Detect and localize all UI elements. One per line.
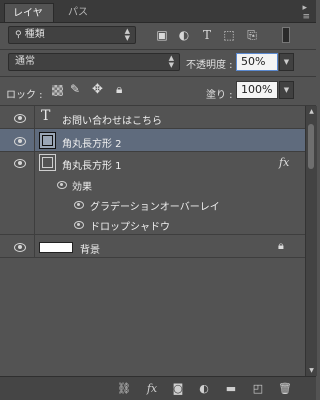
effects-group-row[interactable]: 効果 [0, 174, 305, 194]
opacity-input[interactable]: 50% [236, 53, 278, 71]
scrollbar-thumb[interactable] [308, 124, 314, 169]
visibility-eye-icon[interactable] [72, 220, 86, 229]
select-arrows-icon: ▲ ▼ [168, 54, 174, 69]
lock-position-icon[interactable]: ✥ [92, 82, 103, 97]
bottom-toolbar: ⛓ fx ◙ ◐ ▬ ◰ 🗑︎ [0, 376, 316, 400]
opacity-dropdown-button[interactable]: ▼ [279, 53, 294, 71]
layer-name: 角丸長方形 2 [62, 139, 122, 150]
tab-paths[interactable]: パス [60, 3, 96, 22]
opacity-label: 不透明度 : [186, 60, 233, 71]
divider [0, 76, 316, 77]
effect-row-drop-shadow[interactable]: ドロップシャドウ [0, 214, 305, 235]
add-layer-style-icon[interactable]: fx [144, 381, 160, 397]
fill-label: 塗り : [206, 90, 233, 101]
lock-label: ロック : [6, 90, 43, 101]
scroll-down-icon[interactable]: ▼ [307, 367, 316, 374]
effect-name: ドロップシャドウ [90, 222, 170, 233]
background-thumbnail [39, 242, 73, 253]
filter-kind-select[interactable]: ⚲ 種類 ▲ ▼ [8, 26, 136, 44]
shape-layer-thumbnail-icon [39, 132, 56, 149]
layer-name: お問い合わせはこちら [62, 116, 162, 127]
link-layers-icon[interactable]: ⛓ [116, 381, 132, 397]
divider [34, 129, 35, 151]
lock-icon: 🔒︎ [278, 239, 284, 252]
visibility-eye-icon[interactable] [12, 136, 28, 146]
layer-row-text[interactable]: T お問い合わせはこちら [0, 106, 305, 129]
layers-scrollbar[interactable]: ▲ ▼ [305, 106, 317, 376]
fill-input[interactable]: 100% [236, 81, 278, 99]
effect-row-gradient-overlay[interactable]: グラデーションオーバーレイ [0, 194, 305, 214]
fx-badge[interactable]: fx [279, 156, 289, 169]
divider [0, 49, 316, 50]
layer-name: 背景 [80, 245, 100, 256]
delete-layer-icon[interactable]: 🗑︎ [277, 381, 293, 397]
effect-name: グラデーションオーバーレイ [90, 202, 220, 213]
type-layer-filter-icon[interactable]: T [200, 28, 214, 42]
visibility-eye-icon[interactable] [55, 180, 69, 189]
search-icon: ⚲ [15, 30, 22, 40]
layer-name: 角丸長方形 1 [62, 161, 122, 172]
divider [34, 152, 35, 174]
layer-row-shape-1[interactable]: 角丸長方形 1 fx [0, 152, 305, 174]
adjustment-layer-filter-icon[interactable]: ◐ [177, 28, 191, 42]
layer-row-shape-2[interactable]: 角丸長方形 2 [0, 129, 305, 152]
blend-mode-select[interactable]: 通常 ▲ ▼ [8, 53, 180, 71]
visibility-eye-icon[interactable] [12, 158, 28, 168]
divider [34, 174, 35, 194]
text-layer-thumbnail-icon: T [41, 108, 51, 124]
fill-dropdown-button[interactable]: ▼ [279, 81, 294, 99]
pixel-layer-filter-icon[interactable]: ▣ [155, 28, 169, 42]
divider [34, 214, 35, 234]
filter-kind-label: 種類 [24, 29, 45, 40]
tab-bar: レイヤー パス ▸≡ [0, 0, 316, 38]
layers-panel: レイヤー パス ▸≡ ⚲ 種類 ▲▼ ▣ ◐ T ⬚ ⎘ 通常 ▲▼ 不透明度 … [0, 0, 317, 400]
add-mask-icon[interactable]: ◙ [170, 381, 186, 397]
new-adjustment-layer-icon[interactable]: ◐ [196, 381, 212, 397]
lock-all-icon[interactable]: 🔒︎ [116, 82, 122, 97]
filter-toggle-icon[interactable] [282, 27, 290, 43]
panel-menu-icon[interactable]: ▸ ≡ [302, 4, 310, 22]
layers-list: T お問い合わせはこちら 角丸長方形 2 角丸長方形 1 fx 効果 グラデーシ… [0, 106, 305, 376]
new-group-icon[interactable]: ▬ [223, 381, 239, 397]
smart-object-filter-icon[interactable]: ⎘ [245, 28, 259, 42]
blend-mode-value: 通常 [15, 56, 35, 67]
divider [34, 235, 35, 257]
divider [34, 194, 35, 214]
effects-label: 効果 [72, 182, 92, 193]
shape-layer-filter-icon[interactable]: ⬚ [222, 28, 236, 42]
lock-image-pixels-icon[interactable]: ✎ [70, 82, 80, 96]
visibility-eye-icon[interactable] [12, 242, 28, 252]
select-arrows-icon: ▲ ▼ [124, 27, 130, 42]
lock-transparent-pixels-icon[interactable] [52, 85, 63, 96]
divider [34, 106, 35, 128]
scroll-up-icon[interactable]: ▲ [307, 108, 316, 115]
visibility-eye-icon[interactable] [72, 200, 86, 209]
layer-row-background[interactable]: 背景 🔒︎ [0, 235, 305, 258]
tab-layers[interactable]: レイヤー [4, 3, 54, 38]
shape-layer-thumbnail-icon [39, 154, 56, 171]
visibility-eye-icon[interactable] [12, 113, 28, 123]
new-layer-icon[interactable]: ◰ [250, 381, 266, 397]
